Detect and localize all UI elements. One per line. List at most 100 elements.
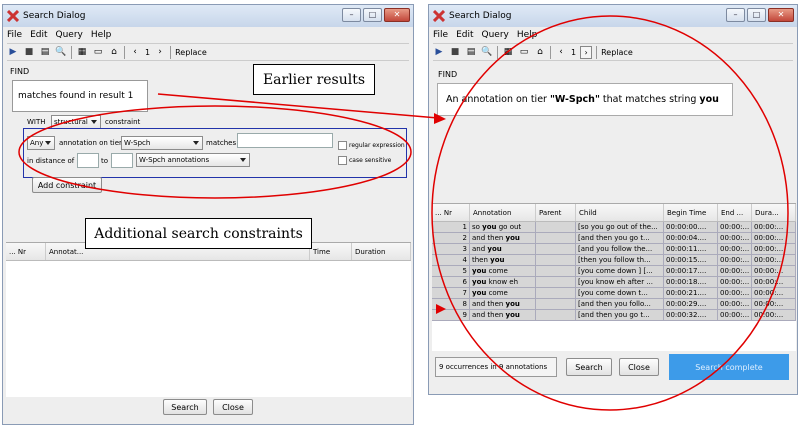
left-results-table: ... Nr Annotat... Time Duration <box>6 242 411 397</box>
maximize-button[interactable]: □ <box>747 8 766 22</box>
stop-icon[interactable]: ■ <box>449 46 461 58</box>
close-window-button[interactable]: ✕ <box>768 8 794 22</box>
save-icon[interactable]: ▦ <box>502 46 514 58</box>
child-cell: [and then you follo... <box>576 299 664 309</box>
replace-button[interactable]: Replace <box>601 48 633 57</box>
previous-page-icon[interactable]: ‹ <box>129 46 141 58</box>
search-button[interactable]: Search <box>566 358 612 376</box>
row-number: 9 <box>432 310 470 320</box>
end-cell: 00:00:... <box>718 233 752 243</box>
table-row[interactable]: 5 you come [you come down ] [... 00:00:17..… <box>432 266 796 277</box>
column-header[interactable]: Begin Time <box>664 204 718 221</box>
query-string: you <box>699 94 719 105</box>
structural-select[interactable]: structural <box>51 115 101 129</box>
regex-label: regular expression <box>349 142 405 149</box>
search-status-bar: Search complete <box>669 354 789 380</box>
regex-checkbox[interactable] <box>338 141 347 150</box>
close-window-button[interactable]: ✕ <box>384 8 410 22</box>
end-cell: 00:00:... <box>718 310 752 320</box>
page-number: 1 <box>571 47 577 57</box>
table-row[interactable]: 2 and then you [and then you go t... 00:00:… <box>432 233 796 244</box>
toolbar-separator <box>550 45 551 59</box>
new-query-icon[interactable]: ▤ <box>465 46 477 58</box>
minimize-button[interactable]: – <box>342 8 361 22</box>
annotation-text: come <box>486 289 508 297</box>
with-label: WITH <box>27 118 46 126</box>
search-button[interactable]: Search <box>163 399 207 415</box>
match-highlight: you <box>490 256 505 264</box>
table-row[interactable]: 1 so you go out [so you go out of the... 00… <box>432 222 796 233</box>
annotation-cell: you come <box>470 266 536 276</box>
stop-icon[interactable]: ■ <box>23 46 35 58</box>
minimize-button[interactable]: – <box>726 8 745 22</box>
print-icon[interactable]: ⌂ <box>108 46 120 58</box>
child-cell: [so you go out of the... <box>576 222 664 232</box>
column-header[interactable]: Annotation <box>470 204 536 221</box>
query-middle: that matches string <box>599 94 700 105</box>
column-header[interactable]: Child <box>576 204 664 221</box>
menu-edit[interactable]: Edit <box>456 30 473 40</box>
left-title-bar: Search Dialog – □ ✕ <box>3 5 413 27</box>
annotations-select[interactable]: W-Spch annotations <box>136 153 250 167</box>
annotations-select-value: W-Spch annotations <box>139 156 210 164</box>
table-row[interactable]: 7 you come [you come down t... 00:00:21....… <box>432 288 796 299</box>
next-page-icon[interactable]: › <box>580 45 593 59</box>
close-button[interactable]: Close <box>213 399 253 415</box>
column-header[interactable]: Dura... <box>752 204 796 221</box>
replace-button[interactable]: Replace <box>175 48 207 57</box>
close-button[interactable]: Close <box>619 358 659 376</box>
annotation-text: know eh <box>486 278 519 286</box>
add-constraint-button[interactable]: Add constraint <box>32 177 102 193</box>
right-table-body: 1 so you go out [so you go out of the... 00… <box>432 222 796 321</box>
next-page-icon[interactable]: › <box>154 46 166 58</box>
magnifier-icon[interactable]: 🔍 <box>55 46 67 58</box>
menu-query[interactable]: Query <box>56 30 83 40</box>
new-query-icon[interactable]: ▤ <box>39 46 51 58</box>
table-row[interactable]: 9 and then you [and then you go t... 00:00:… <box>432 310 796 321</box>
menu-file[interactable]: File <box>7 30 22 40</box>
menu-help[interactable]: Help <box>517 30 538 40</box>
distance-to-input[interactable] <box>111 153 133 168</box>
col-duration[interactable]: Duration <box>352 243 411 260</box>
export-icon[interactable]: ▭ <box>92 46 104 58</box>
table-row[interactable]: 6 you know eh [you know eh after ... 00:00:… <box>432 277 796 288</box>
row-number: 6 <box>432 277 470 287</box>
dur-cell: 00:00:... <box>752 299 796 309</box>
menu-query[interactable]: Query <box>482 30 509 40</box>
previous-page-icon[interactable]: ‹ <box>555 46 567 58</box>
parent-cell <box>536 299 576 309</box>
column-header[interactable]: Parent <box>536 204 576 221</box>
begin-cell: 00:00:29.... <box>664 299 718 309</box>
col-time[interactable]: Time <box>310 243 352 260</box>
table-row[interactable]: 4 then you [then you follow th... 00:00:15.… <box>432 255 796 266</box>
table-row[interactable]: 3 and you [and you follow the... 00:00:11..… <box>432 244 796 255</box>
column-header[interactable]: End ... <box>718 204 752 221</box>
match-string-input[interactable] <box>237 133 333 148</box>
distance-from-input[interactable] <box>77 153 99 168</box>
export-icon[interactable]: ▭ <box>518 46 530 58</box>
parent-cell <box>536 222 576 232</box>
menu-help[interactable]: Help <box>91 30 112 40</box>
column-header[interactable]: ... Nr <box>432 204 470 221</box>
print-icon[interactable]: ⌂ <box>534 46 546 58</box>
play-icon[interactable]: ▶ <box>7 46 19 58</box>
left-toolbar: ▶ ■ ▤ 🔍 ▦ ▭ ⌂ ‹ 1 › Replace <box>7 43 409 61</box>
any-select[interactable]: Any <box>27 136 55 150</box>
table-row[interactable]: 8 and then you [and then you follo... 00:00… <box>432 299 796 310</box>
case-sensitive-checkbox[interactable] <box>338 156 347 165</box>
child-cell: [then you follow th... <box>576 255 664 265</box>
tier-select[interactable]: W-Spch <box>121 136 203 150</box>
play-icon[interactable]: ▶ <box>433 46 445 58</box>
maximize-button[interactable]: □ <box>363 8 382 22</box>
save-icon[interactable]: ▦ <box>76 46 88 58</box>
right-window-title: Search Dialog <box>449 11 512 21</box>
magnifier-icon[interactable]: 🔍 <box>481 46 493 58</box>
begin-cell: 00:00:21.... <box>664 288 718 298</box>
left-menu-bar: File Edit Query Help <box>3 27 413 42</box>
menu-edit[interactable]: Edit <box>30 30 47 40</box>
child-cell: [and then you go t... <box>576 233 664 243</box>
menu-file[interactable]: File <box>433 30 448 40</box>
col-nr[interactable]: ... Nr <box>6 243 46 260</box>
end-cell: 00:00:... <box>718 222 752 232</box>
end-cell: 00:00:... <box>718 244 752 254</box>
